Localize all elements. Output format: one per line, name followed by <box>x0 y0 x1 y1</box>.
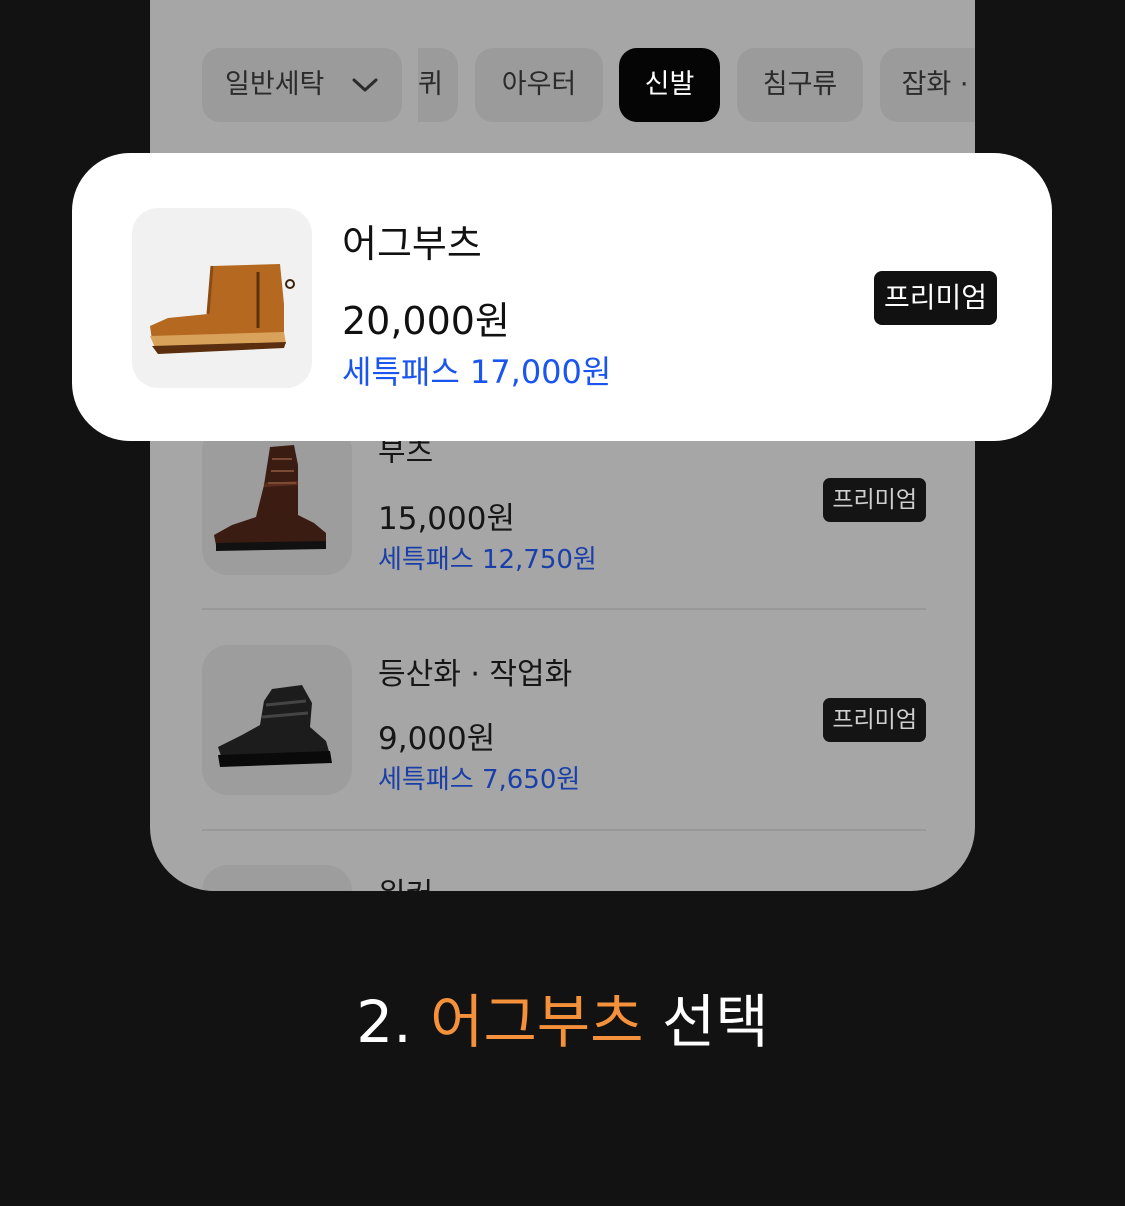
walker-image <box>202 865 352 891</box>
tab-bedding[interactable]: 침구류 <box>737 48 863 122</box>
setpass-price: 세특패스 7,650원 <box>378 765 581 795</box>
item-name: 등산화 · 작업화 <box>378 657 573 692</box>
caption-highlight: 어그부츠 <box>430 988 644 1056</box>
tab-shoes[interactable]: 신발 <box>619 48 720 122</box>
category-tab-bar: 일반세탁 퀴 아우터 신발 침구류 잡화 · <box>150 0 975 150</box>
tab-label: 잡화 · <box>901 69 969 100</box>
divider <box>202 608 926 610</box>
leather-boot-image <box>202 425 352 575</box>
tab-label: 신발 <box>644 69 695 100</box>
selected-item-card[interactable]: 어그부츠 20,000원 세특패스 17,000원 프리미엄 <box>72 153 1052 441</box>
item-price: 15,000원 <box>378 501 515 537</box>
list-item[interactable]: 등산화 · 작업화 9,000원 세특패스 7,650원 프리미엄 <box>202 645 926 865</box>
product-list-panel: 일반세탁 퀴 아우터 신발 침구류 잡화 · 부츠 15,000원 세특패스 1… <box>150 0 975 891</box>
tab-outer[interactable]: 아우터 <box>475 48 603 122</box>
tab-goods[interactable]: 잡화 · <box>880 48 975 122</box>
caption-prefix: 2. <box>356 988 431 1056</box>
item-price: 20,000원 <box>342 299 510 343</box>
list-item[interactable]: 부츠 15,000원 세특패스 12,750원 프리미엄 <box>202 425 926 645</box>
premium-badge: 프리미엄 <box>823 478 926 522</box>
hiking-boot-image <box>202 645 352 795</box>
tab-label: 퀴 <box>418 69 443 100</box>
tab-label: 침구류 <box>762 69 838 100</box>
item-price: 9,000원 <box>378 721 496 757</box>
step-caption: 2. 어그부츠 선택 <box>0 975 1125 1059</box>
setpass-price: 세특패스 12,750원 <box>378 545 597 575</box>
wash-type-label: 일반세탁 <box>225 69 325 100</box>
item-name: 어그부츠 <box>342 222 482 266</box>
premium-badge: 프리미엄 <box>873 271 997 325</box>
divider <box>202 829 926 831</box>
ugg-boot-image <box>132 208 312 388</box>
caption-suffix: 선택 <box>643 988 769 1056</box>
wash-type-dropdown[interactable]: 일반세탁 <box>202 48 402 122</box>
tab-label: 아우터 <box>501 69 577 100</box>
item-name: 워커 <box>378 869 433 891</box>
premium-badge: 프리미엄 <box>823 698 926 742</box>
chevron-down-icon <box>351 49 379 123</box>
tab-partial[interactable]: 퀴 <box>418 48 458 122</box>
setpass-price: 세특패스 17,000원 <box>342 353 612 391</box>
list-item[interactable]: 워커 <box>202 865 926 891</box>
